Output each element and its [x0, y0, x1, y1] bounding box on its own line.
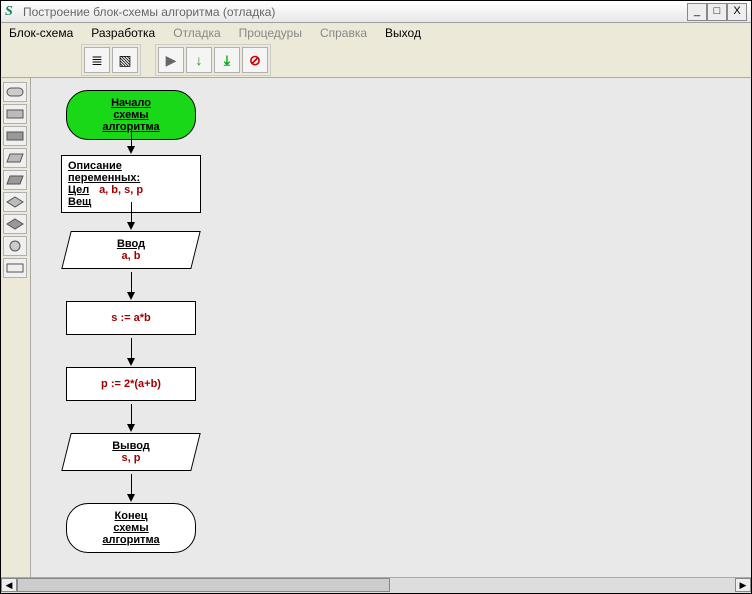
- titlebar: S Построение блок-схемы алгоритма (отлад…: [1, 1, 751, 23]
- content: Начало схемы алгоритма Описание переменн…: [1, 77, 751, 577]
- arrow-line: [131, 202, 132, 224]
- arrow-head-icon: [127, 292, 135, 300]
- arrow-head-icon: [127, 424, 135, 432]
- process1-text: s := a*b: [111, 312, 150, 324]
- menubar: Блок-схема Разработка Отладка Процедуры …: [1, 23, 751, 43]
- shape-palette: [1, 78, 31, 577]
- arrow-line: [131, 338, 132, 360]
- menu-otladka: Отладка: [173, 26, 220, 40]
- arrow-head-icon: [127, 146, 135, 154]
- process2-text: p := 2*(a+b): [101, 378, 161, 390]
- arrow-head-icon: [127, 358, 135, 366]
- close-button[interactable]: X: [727, 3, 747, 21]
- minimize-button[interactable]: _: [687, 3, 707, 21]
- node-input[interactable]: Ввод a, b: [61, 231, 200, 269]
- input-vars: a, b: [77, 250, 185, 262]
- node-process-2[interactable]: p := 2*(a+b): [66, 367, 196, 401]
- pal-io2[interactable]: [3, 170, 27, 190]
- flowchart-canvas: Начало схемы алгоритма Описание переменн…: [31, 78, 751, 577]
- toolbar-group-run: ▶ ↓ ⤓ ⊘: [155, 44, 271, 76]
- arrow-line: [131, 474, 132, 496]
- pal-process[interactable]: [3, 104, 27, 124]
- pal-connector[interactable]: [3, 236, 27, 256]
- canvas-area[interactable]: Начало схемы алгоритма Описание переменн…: [31, 78, 751, 577]
- menu-vyhod[interactable]: Выход: [385, 26, 421, 40]
- horizontal-scrollbar[interactable]: ◀ ▶: [1, 577, 751, 593]
- toolbar-group-edit: ≣ ▧: [81, 44, 141, 76]
- arrow-line: [131, 404, 132, 426]
- node-end[interactable]: Конец схемы алгоритма: [66, 503, 196, 553]
- toolbar: ≣ ▧ ▶ ↓ ⤓ ⊘: [1, 43, 751, 77]
- node-process-1[interactable]: s := a*b: [66, 301, 196, 335]
- app-icon: S: [5, 5, 19, 19]
- tb-edit1-button[interactable]: ≣: [84, 47, 110, 73]
- tb-edit2-button[interactable]: ▧: [112, 47, 138, 73]
- menu-blok[interactable]: Блок-схема: [9, 26, 73, 40]
- output-label: Вывод: [77, 440, 185, 452]
- decl-type-int: Цел: [68, 184, 96, 196]
- menu-spravka: Справка: [320, 26, 367, 40]
- window-controls: _ □ X: [687, 3, 747, 21]
- pal-terminator[interactable]: [3, 82, 27, 102]
- pal-process2[interactable]: [3, 126, 27, 146]
- window-title: Построение блок-схемы алгоритма (отладка…: [23, 5, 275, 19]
- stop-button[interactable]: ⊘: [242, 47, 268, 73]
- decl-header: Описание переменных:: [68, 160, 194, 184]
- node-start-line1: Начало: [85, 97, 177, 109]
- scroll-right-button[interactable]: ▶: [735, 578, 751, 592]
- input-label: Ввод: [77, 238, 185, 250]
- arrow-head-icon: [127, 222, 135, 230]
- arrow-head-icon: [127, 494, 135, 502]
- pal-decision[interactable]: [3, 192, 27, 212]
- decl-vars-int: a, b, s, p: [99, 184, 143, 196]
- scroll-thumb[interactable]: [17, 578, 390, 592]
- pal-decision2[interactable]: [3, 214, 27, 234]
- node-end-line2: схемы алгоритма: [85, 522, 177, 546]
- decl-type-real: Вещ: [68, 196, 96, 208]
- menu-procedury: Процедуры: [239, 26, 302, 40]
- pal-rect[interactable]: [3, 258, 27, 278]
- pal-io[interactable]: [3, 148, 27, 168]
- scroll-track[interactable]: [17, 578, 735, 593]
- maximize-button[interactable]: □: [707, 3, 727, 21]
- step-in-button[interactable]: ↓: [186, 47, 212, 73]
- step-over-button[interactable]: ⤓: [214, 47, 240, 73]
- app-window: S Построение блок-схемы алгоритма (отлад…: [0, 0, 752, 594]
- node-end-line1: Конец: [85, 510, 177, 522]
- scroll-left-button[interactable]: ◀: [1, 578, 17, 592]
- output-vars: s, p: [77, 452, 185, 464]
- node-output[interactable]: Вывод s, p: [61, 433, 200, 471]
- play-button[interactable]: ▶: [158, 47, 184, 73]
- menu-razrabotka[interactable]: Разработка: [91, 26, 155, 40]
- arrow-line: [131, 272, 132, 294]
